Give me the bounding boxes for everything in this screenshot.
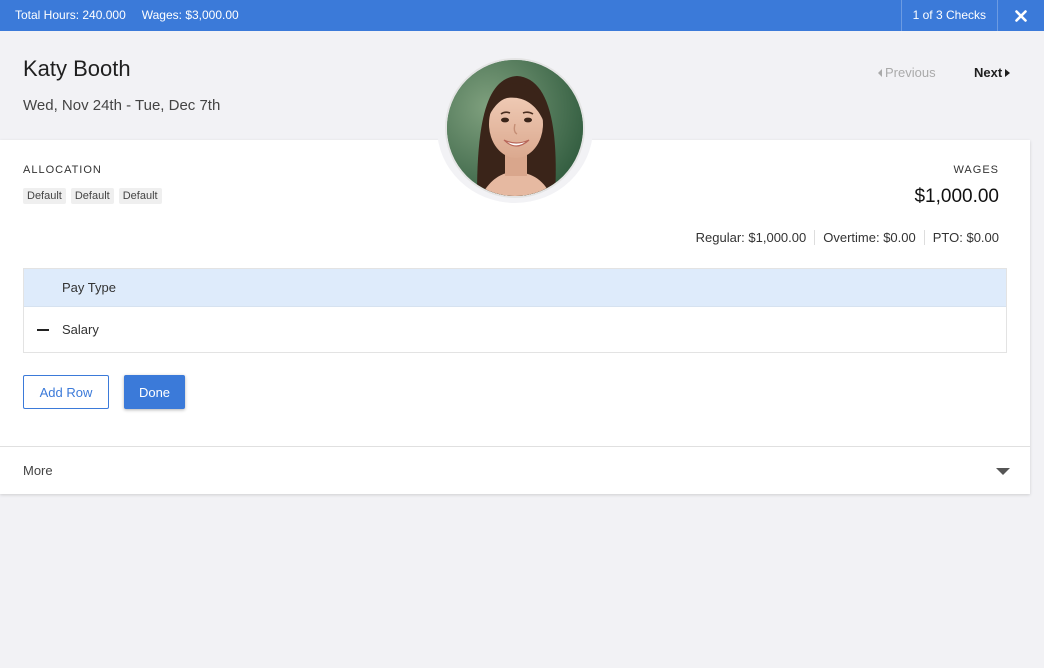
next-button[interactable]: Next [974,65,1011,80]
total-hours: Total Hours: 240.000 [15,8,126,22]
table-row: Salary [24,307,1006,352]
avatar [445,58,585,198]
regular-wages: Regular: $1,000.00 [695,230,807,245]
minus-icon [37,328,49,331]
more-toggle[interactable]: More [0,446,1030,494]
employee-name: Katy Booth [23,56,131,81]
add-row-button[interactable]: Add Row [23,375,109,409]
allocation-tags: Default Default Default [23,188,162,204]
allocation-tag: Default [118,188,162,204]
top-summary-bar: Total Hours: 240.000 Wages: $3,000.00 1 … [0,0,1044,31]
pay-type-table: Pay Type Salary [23,268,1007,353]
wages-amount: $1,000.00 [914,186,999,207]
chevron-right-icon [1005,68,1011,77]
total-wages: Wages: $3,000.00 [141,8,239,22]
wage-breakdown: Regular: $1,000.00 Overtime: $0.00 PTO: … [696,230,999,245]
chevron-left-icon [878,68,882,77]
next-label: Next [974,65,1003,80]
close-button[interactable] [998,0,1044,31]
previous-label: Previous [885,65,936,80]
previous-button[interactable]: Previous [878,65,936,80]
pay-type-cell[interactable]: Salary [62,322,99,337]
avatar-photo-icon [447,60,583,196]
avatar-frame [437,53,593,203]
allocation-label: ALLOCATION [23,164,102,176]
allocation-tag: Default [23,188,66,204]
wages-label: WAGES [953,164,999,176]
close-icon [1015,9,1027,22]
pay-type-header: Pay Type [24,269,1006,307]
checks-counter: 1 of 3 Checks [900,0,998,31]
pto-wages: PTO: $0.00 [923,230,999,245]
more-label: More [23,463,53,478]
remove-row-button[interactable] [24,307,62,352]
done-button[interactable]: Done [124,375,185,409]
overtime-wages: Overtime: $0.00 [814,230,924,245]
allocation-tag: Default [70,188,114,204]
chevron-down-icon [996,468,1010,475]
pay-period: Wed, Nov 24th - Tue, Dec 7th [23,97,221,114]
